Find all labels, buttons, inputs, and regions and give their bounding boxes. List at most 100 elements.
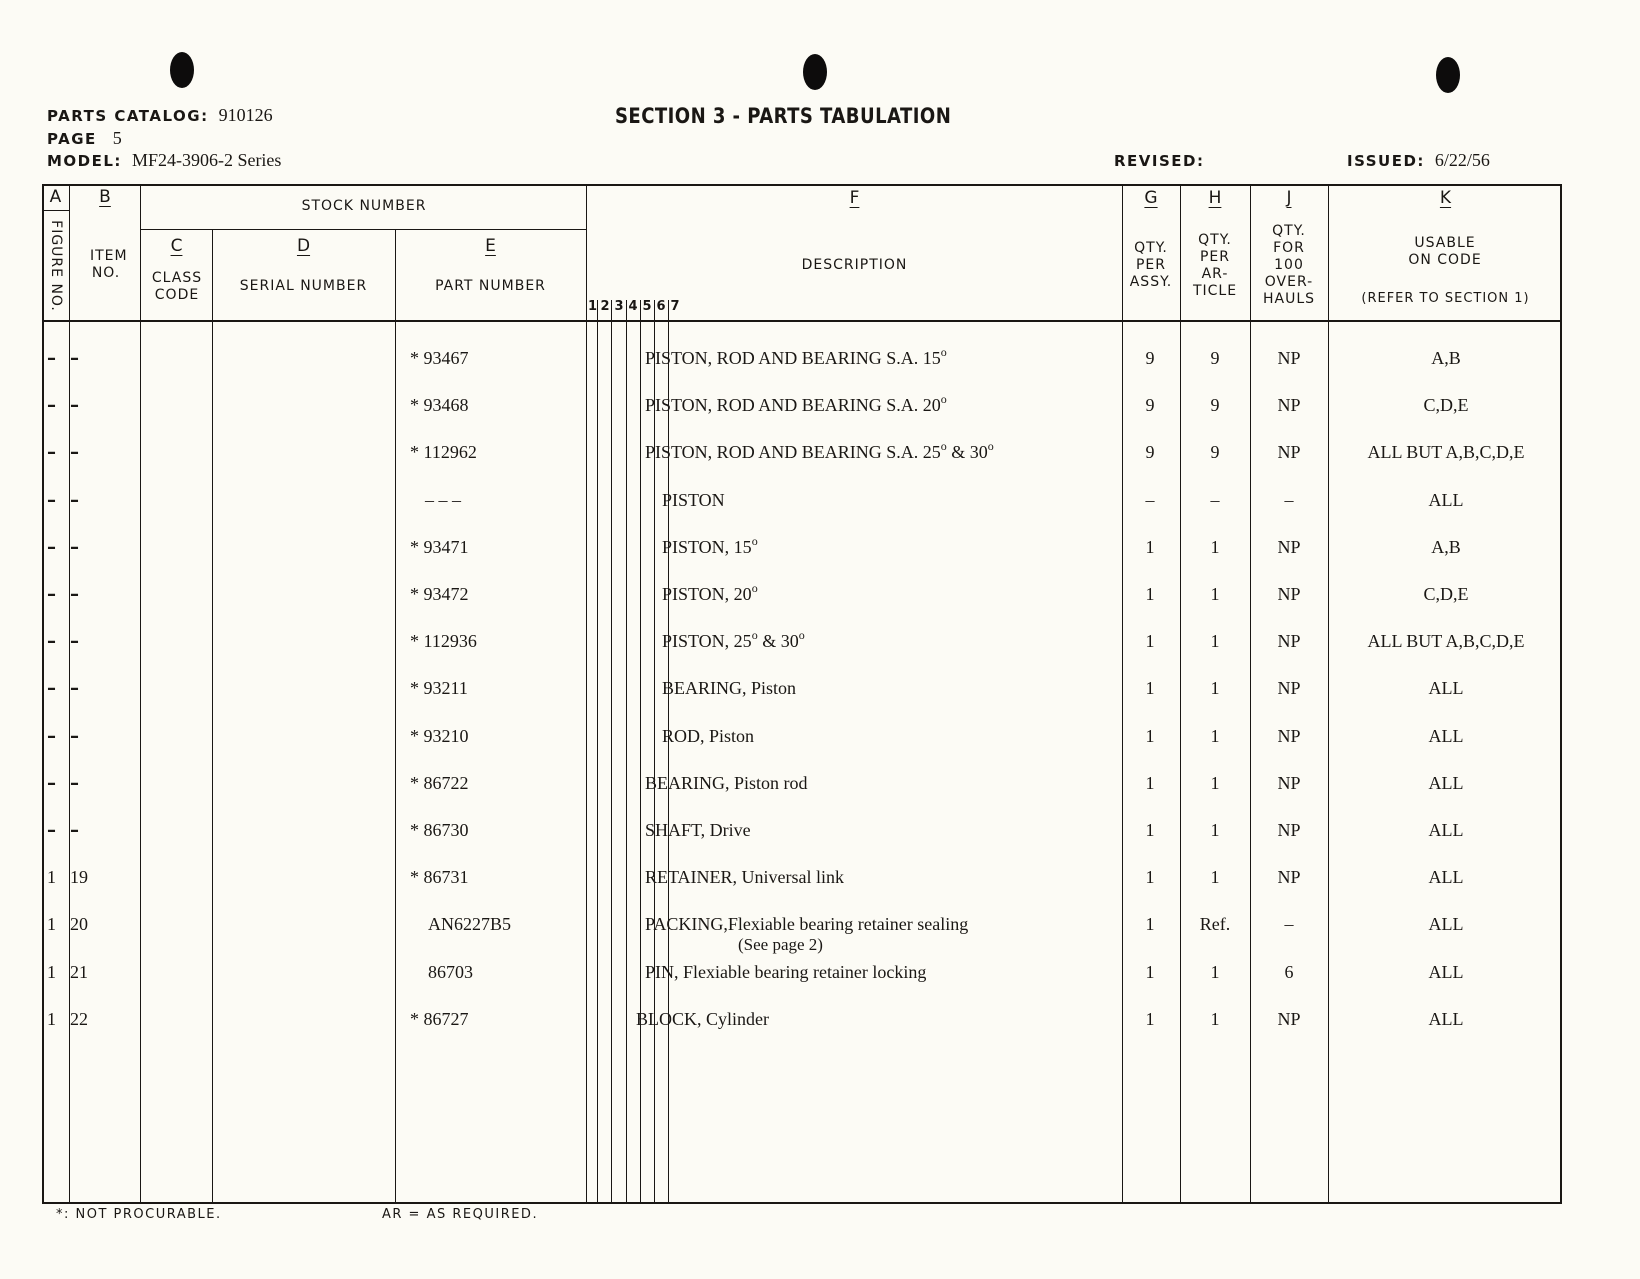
usable-on-code-cell: ALL [1428, 1008, 1464, 1029]
figure-no-cell: – [47, 631, 56, 653]
col-a-heading: FIGURE NO. [42, 212, 69, 320]
parts-catalog-value: 910126 [218, 105, 273, 125]
item-no-cell: – [70, 725, 79, 747]
qty-per-100-overhauls-cell: NP [1277, 772, 1301, 793]
figure-no-cell: – [47, 678, 56, 700]
col-a-divider [42, 210, 69, 211]
qty-per-article-cell: Ref. [1199, 914, 1231, 935]
item-no-cell: – [70, 536, 79, 558]
description-cell: RETAINER, Universal link [645, 867, 845, 888]
figure-no-cell: – [47, 536, 56, 558]
issued-value: 6/22/56 [1434, 150, 1490, 170]
table-row: 1 20 AN6227B5 PACKING,Flexiable bearing ret… [0, 914, 1640, 958]
part-number-cell: * 93468 [410, 395, 469, 416]
col-f-heading: DESCRIPTION [801, 257, 908, 273]
usable-on-code-cell: ALL [1428, 914, 1464, 935]
qty-per-assy-cell: 1 [1145, 725, 1155, 746]
table-row: – – – – – PISTON – – – ALL [0, 490, 1640, 534]
model: MODEL: MF24-3906-2 Series [47, 150, 281, 171]
item-no-cell: 19 [70, 867, 88, 888]
part-number-cell: * 112936 [410, 631, 477, 652]
part-number-cell: * 86730 [410, 820, 469, 840]
description-cell: PISTON, 15o [662, 533, 758, 557]
qty-per-100-overhauls-cell: NP [1277, 348, 1301, 368]
item-no-cell: – [70, 395, 79, 417]
figure-no-cell: – [47, 395, 56, 417]
qty-per-article-cell: 1 [1210, 584, 1220, 604]
table-row: – – * 93472 PISTON, 20o 1 1 NP C,D,E [0, 581, 1640, 628]
part-number-cell: * 86722 [410, 772, 469, 793]
table-row: – – * 93211 BEARING, Piston 1 1 NP ALL [0, 678, 1640, 722]
qty-per-article-cell: 1 [1210, 867, 1220, 888]
page-value: 5 [112, 128, 122, 148]
figure-no-label: FIGURE NO. [47, 220, 64, 312]
qty-per-assy-cell: 9 [1145, 442, 1155, 463]
col-f-letter: F [849, 188, 860, 208]
description-cell: BEARING, Piston [662, 678, 797, 699]
description-note: (See page 2) [738, 935, 823, 955]
description-cell: PISTON, 25o & 30o [662, 628, 805, 652]
table-row: – – * 93471 PISTON, 15o 1 1 NP A,B [0, 533, 1640, 581]
binder-hole-center [803, 54, 827, 90]
description-cell: PACKING,Flexiable bearing retainer seali… [645, 914, 969, 935]
table-row: – – * 93210 ROD, Piston 1 1 NP ALL [0, 726, 1640, 770]
col-d-heading: SERIAL NUMBER [239, 278, 368, 294]
part-number-cell: AN6227B5 [428, 914, 512, 935]
parts-catalog: PARTS CATALOG: 910126 [47, 105, 273, 126]
binder-hole-right [1436, 57, 1460, 93]
description-cell: PISTON [662, 489, 725, 510]
item-no-cell: – [70, 820, 79, 841]
indent-level: 4 [628, 299, 638, 314]
indent-level: 6 [656, 299, 666, 314]
qty-per-article-cell: 1 [1210, 961, 1220, 982]
stock-number-divider [141, 229, 587, 230]
qty-per-100-overhauls-cell: NP [1277, 1008, 1301, 1029]
description-cell: PISTON, 20o [662, 581, 758, 604]
qty-per-assy-cell: 9 [1145, 348, 1155, 368]
table-row: – – * 86722 BEARING, Piston rod 1 1 NP ALL [0, 773, 1640, 817]
qty-per-article-cell: 1 [1210, 678, 1220, 699]
usable-on-code-cell: ALL [1428, 725, 1464, 746]
qty-per-assy-cell: 1 [1145, 961, 1155, 982]
col-b-letter: B [99, 187, 111, 207]
qty-per-assy-cell: – [1145, 489, 1155, 510]
description-cell: ROD, Piston [662, 725, 755, 746]
qty-per-article-cell: 9 [1210, 348, 1220, 368]
qty-per-100-overhauls-cell: NP [1277, 820, 1301, 840]
qty-per-assy-cell: 1 [1145, 678, 1155, 699]
qty-per-assy-cell: 1 [1145, 867, 1155, 888]
qty-per-article-cell: 1 [1210, 820, 1220, 840]
footnote-as-required: AR = AS REQUIRED. [382, 1207, 539, 1222]
col-h-heading: QTY. PER AR- TICLE [1192, 232, 1238, 299]
indent-level: 2 [600, 299, 610, 314]
description-cell: SHAFT, Drive [645, 820, 751, 840]
description-cell: PISTON, ROD AND BEARING S.A. 20o [645, 392, 947, 416]
col-j-letter: J [1286, 188, 1292, 208]
qty-per-assy-cell: 1 [1145, 631, 1155, 652]
item-no-cell: 21 [70, 961, 88, 982]
qty-per-article-cell: 9 [1210, 442, 1220, 463]
model-value: MF24-3906-2 Series [131, 150, 282, 170]
col-a-letter: A [49, 187, 62, 207]
item-no-cell: 22 [70, 1008, 88, 1029]
qty-per-assy-cell: 1 [1145, 1008, 1155, 1029]
page-title: SECTION 3 - PARTS TABULATION [615, 104, 952, 128]
table-row: – – * 112962 PISTON, ROD AND BEARING S.A. 2… [0, 440, 1640, 486]
binder-hole-left [170, 52, 194, 88]
qty-per-assy-cell: 1 [1145, 772, 1155, 793]
usable-on-code-cell: ALL [1428, 772, 1464, 793]
usable-on-code-cell: ALL [1428, 489, 1464, 510]
usable-on-code-cell: A,B [1431, 348, 1461, 368]
parts-catalog-label: PARTS CATALOG: [47, 107, 209, 125]
item-no-cell: – [70, 489, 79, 511]
usable-on-code-cell: ALL [1428, 961, 1464, 982]
col-b-heading: ITEM NO. [90, 248, 128, 281]
qty-per-assy-cell: 9 [1145, 395, 1155, 416]
part-number-cell: * 93472 [410, 584, 469, 604]
qty-per-100-overhauls-cell: NP [1277, 867, 1301, 888]
qty-per-100-overhauls-cell: NP [1277, 536, 1301, 557]
item-no-cell: 20 [70, 914, 88, 935]
usable-on-code-cell: C,D,E [1423, 395, 1469, 416]
col-c-letter: C [170, 236, 183, 256]
part-number-cell: * 86731 [410, 867, 469, 888]
